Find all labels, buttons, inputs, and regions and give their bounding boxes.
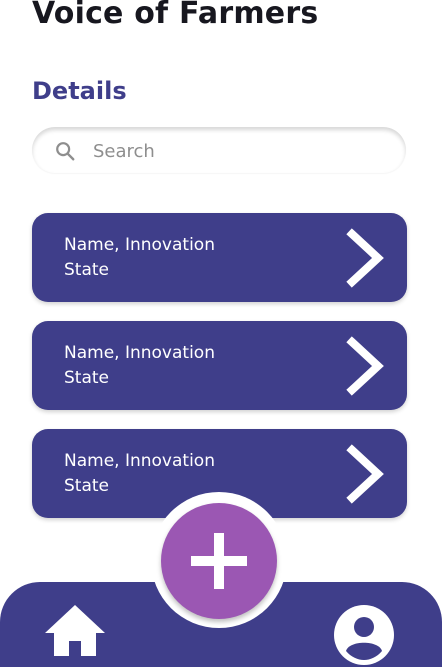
list-item-state: State bbox=[64, 476, 109, 496]
list-item[interactable]: Name, Innovation State bbox=[32, 321, 407, 410]
profile-button[interactable] bbox=[333, 604, 395, 666]
home-icon bbox=[45, 605, 105, 656]
list-item-state: State bbox=[64, 368, 109, 388]
list-item-name-innovation: Name, Innovation bbox=[64, 343, 215, 363]
chevron-right-icon bbox=[346, 444, 384, 504]
list-item-name-innovation: Name, Innovation bbox=[64, 235, 215, 255]
list-item[interactable]: Name, Innovation State bbox=[32, 213, 407, 302]
search-icon bbox=[56, 142, 75, 161]
add-button[interactable] bbox=[161, 503, 277, 619]
home-button[interactable] bbox=[44, 603, 106, 657]
search-bar[interactable] bbox=[32, 127, 406, 175]
chevron-right-icon bbox=[346, 336, 384, 396]
search-input[interactable] bbox=[91, 127, 395, 175]
section-title: Details bbox=[32, 77, 127, 105]
list-item-name-innovation: Name, Innovation bbox=[64, 451, 215, 471]
app-title: Voice of Farmers bbox=[32, 0, 319, 31]
plus-icon bbox=[191, 533, 247, 589]
profile-icon bbox=[334, 605, 394, 665]
list-item-state: State bbox=[64, 260, 109, 280]
chevron-right-icon bbox=[346, 228, 384, 288]
